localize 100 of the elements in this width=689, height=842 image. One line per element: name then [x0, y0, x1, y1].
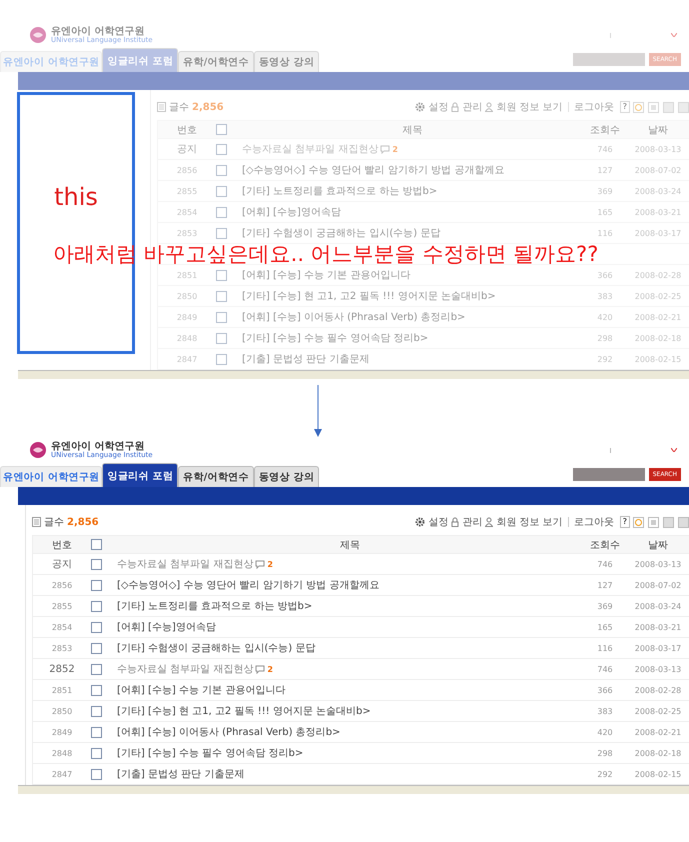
row-checkbox[interactable]: [91, 642, 102, 654]
post-title-link[interactable]: [어휘] [수능] 수능 기본 관용어입니다: [242, 268, 410, 282]
globe-logo-icon: [30, 27, 46, 43]
help-button[interactable]: ?: [620, 516, 630, 528]
post-title-link[interactable]: 수능자료실 첨부파일 재집현상: [242, 142, 378, 156]
row-checkbox[interactable]: [216, 164, 227, 176]
post-title-link[interactable]: 수능자료실 첨부파일 재집현상: [117, 557, 254, 571]
post-title-link[interactable]: 수능자료실 첨부파일 재집현상: [117, 662, 254, 676]
nav-tab[interactable]: 잉글리쉬 포럼: [102, 463, 178, 487]
row-checkbox[interactable]: [91, 558, 102, 570]
row-checkbox[interactable]: [216, 312, 227, 322]
person-icon: [485, 517, 494, 527]
toolbar-link[interactable]: 로그아웃: [574, 515, 614, 529]
row-checkbox[interactable]: [216, 354, 227, 364]
post-title-link[interactable]: [기타] 노트정리를 효과적으로 하는 방법b>: [242, 184, 438, 198]
post-title-link[interactable]: [어휘] [수능] 이어동사 (Phrasal Verb) 총정리b>: [117, 725, 340, 739]
toolbar-link[interactable]: 로그아웃: [574, 100, 614, 114]
post-title-link[interactable]: [기타] [수능] 수능 필수 영어속담 정리b>: [242, 331, 428, 345]
down-arrow: [314, 385, 322, 437]
post-title-link[interactable]: [기타] 수험생이 궁금해하는 입시(수능) 문답: [117, 641, 316, 655]
view-count: 369: [596, 186, 614, 196]
post-title-link[interactable]: [어휘] [수능]영어속담: [117, 620, 216, 634]
row-checkbox[interactable]: [216, 186, 227, 196]
row-checkbox[interactable]: [216, 144, 227, 154]
row-checkbox[interactable]: [91, 622, 102, 632]
row-checkbox[interactable]: [216, 228, 227, 238]
post-number: 2856: [176, 166, 198, 174]
view-count: 165: [596, 208, 614, 216]
post-number: 2855: [176, 186, 198, 196]
view-count: 366: [596, 686, 614, 694]
toolbar-icons-drawing[interactable]: [633, 102, 689, 112]
speech-bubble-icon: [380, 144, 390, 154]
post-date: 2008-03-21: [634, 208, 682, 216]
post-title-link[interactable]: [기타] 노트정리를 효과적으로 하는 방법b>: [117, 599, 312, 613]
view-count: 298: [596, 334, 614, 342]
select-all-checkbox[interactable]: [216, 124, 227, 135]
post-title-link[interactable]: [기타] [수능] 수능 필수 영어속담 정리b>: [117, 746, 304, 760]
row-checkbox[interactable]: [91, 600, 102, 612]
column-header: 제목: [339, 538, 361, 552]
search-field[interactable]: [572, 53, 645, 66]
nav-tab[interactable]: 동영상 강의: [254, 51, 320, 72]
post-title-link[interactable]: [어휘] [수능] 수능 기본 관용어입니다: [117, 683, 286, 697]
select-all-checkbox[interactable]: [91, 539, 102, 550]
row-checkbox[interactable]: [91, 684, 102, 696]
post-number: 공지: [176, 143, 198, 156]
toolbar-link[interactable]: 회원 정보 보기: [496, 100, 563, 114]
row-checkbox[interactable]: [216, 290, 227, 302]
row-checkbox[interactable]: [91, 726, 102, 738]
row-checkbox[interactable]: [91, 768, 102, 780]
post-title-link[interactable]: [기타] 수험생이 궁금해하는 입시(수능) 문답: [242, 226, 440, 240]
post-date: 2008-03-17: [634, 228, 682, 238]
post-number: 2849: [176, 312, 198, 322]
row-checkbox[interactable]: [216, 206, 227, 218]
nav-tab[interactable]: 유학/어학연수: [178, 466, 254, 487]
post-title-link[interactable]: [기출] 문법성 판단 기출문제: [242, 352, 370, 366]
row-checkbox[interactable]: [216, 270, 227, 280]
toolbar-link[interactable]: 설정: [428, 100, 448, 114]
search-field[interactable]: [572, 468, 645, 481]
view-count: 127: [596, 166, 614, 174]
toolbar-icons-drawing[interactable]: [633, 516, 689, 528]
post-title-link[interactable]: [어휘] [수능] 이어동사 (Phrasal Verb) 총정리b>: [242, 310, 466, 324]
toolbar-link[interactable]: 관리: [462, 100, 482, 114]
toolbar-link[interactable]: 관리: [462, 515, 482, 529]
post-number: 2849: [50, 728, 74, 736]
post-title-link[interactable]: [◇수능영어◇] 수능 영단어 빨리 암기하기 방법 공개할께요: [117, 578, 380, 592]
post-count: 2,856: [192, 102, 224, 112]
help-button[interactable]: ?: [620, 101, 630, 113]
toolbar-link[interactable]: 설정: [428, 515, 448, 529]
post-date: 2008-02-18: [634, 334, 682, 342]
logo-name: 유엔아이 어학연구원: [51, 442, 146, 452]
post-number: 2848: [50, 748, 74, 758]
post-title-link[interactable]: [기타] [수능] 현 고1, 고2 필독 !!! 영어지문 논술대비b>: [242, 289, 496, 303]
post-title-link[interactable]: [어휘] [수능]영어속담: [242, 205, 341, 219]
row-checkbox[interactable]: [91, 748, 102, 758]
column-header: 날짜: [647, 538, 669, 552]
post-title-link[interactable]: [◇수능영어◇] 수능 영단어 빨리 암기하기 방법 공개할께요: [242, 163, 504, 177]
lock-icon: [451, 517, 460, 527]
toolbar-link[interactable]: 회원 정보 보기: [496, 515, 563, 529]
post-date: 2008-02-15: [634, 354, 682, 364]
speech-bubble-icon: [255, 664, 266, 674]
nav-tab[interactable]: 동영상 강의: [254, 466, 320, 487]
chevron-down-icon[interactable]: [671, 448, 677, 452]
chevron-down-icon[interactable]: [671, 33, 677, 37]
view-count: 383: [596, 706, 614, 716]
post-date: 2008-02-25: [634, 706, 682, 716]
post-title-link[interactable]: [기타] [수능] 현 고1, 고2 필독 !!! 영어지문 논술대비b>: [117, 704, 371, 718]
nav-tab[interactable]: 유엔아이 어학연구원: [0, 466, 102, 487]
annotation-label: this: [54, 183, 98, 213]
view-count: 292: [596, 770, 614, 778]
row-checkbox[interactable]: [91, 580, 102, 590]
row-checkbox[interactable]: [91, 664, 102, 674]
divider-mark: [610, 448, 611, 452]
row-checkbox[interactable]: [91, 706, 102, 716]
post-date: 2008-02-15: [634, 770, 682, 778]
nav-tab[interactable]: 유학/어학연수: [178, 51, 254, 72]
view-count: 298: [596, 748, 614, 758]
row-checkbox[interactable]: [216, 332, 227, 344]
view-count: 292: [596, 354, 614, 364]
post-date: 2008-03-21: [634, 622, 682, 632]
post-title-link[interactable]: [기출] 문법성 판단 기출문제: [117, 767, 244, 781]
